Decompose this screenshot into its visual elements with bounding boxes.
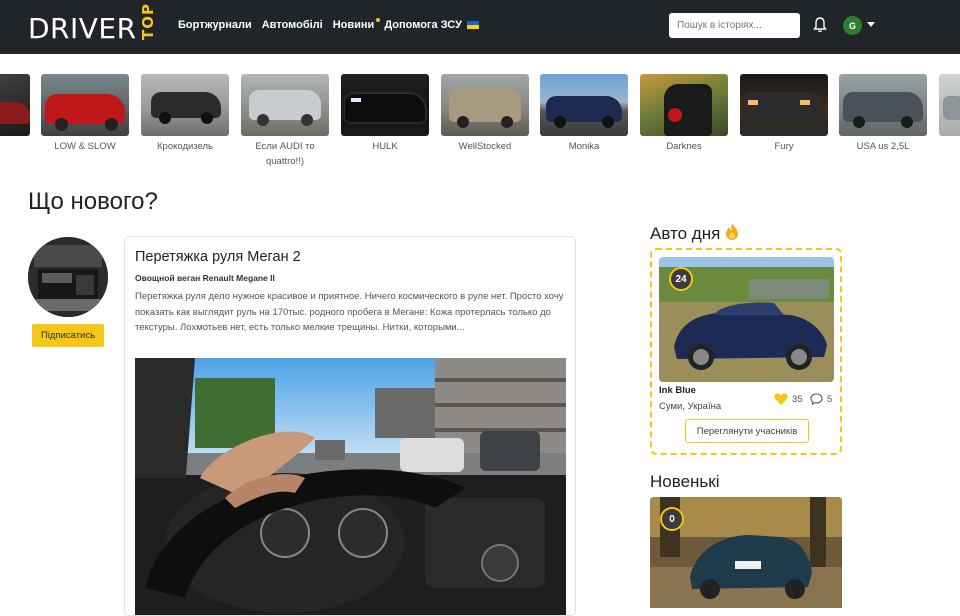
car-thumb[interactable] bbox=[0, 74, 30, 136]
steering-wheel-photo bbox=[135, 358, 566, 615]
car-thumb[interactable]: USA us 2,5L bbox=[839, 74, 927, 154]
car-name: Fury bbox=[774, 141, 794, 152]
bell-icon[interactable] bbox=[813, 17, 827, 33]
nav-help-zsu[interactable]: Допомога ЗСУ bbox=[384, 19, 480, 31]
car-thumb[interactable]: Если AUDI то quattro!!) bbox=[241, 74, 329, 169]
nav-news[interactable]: Новини bbox=[332, 18, 381, 31]
view-participants-button[interactable]: Переглянути учасників bbox=[685, 419, 809, 443]
car-name: HULK bbox=[372, 141, 398, 152]
main-nav: Бортжурнали Автомобілі Новини Допомога З… bbox=[178, 18, 480, 31]
car-photo bbox=[41, 74, 129, 136]
car-photo bbox=[141, 74, 229, 136]
car-of-day-card[interactable]: 24 Ink Blue Суми, Україна 35 5 Перегляну… bbox=[650, 248, 842, 455]
top-header: DRIVER TOP Бортжурнали Автомобілі Новини… bbox=[0, 0, 960, 54]
car-photo bbox=[241, 74, 329, 136]
car-photo bbox=[540, 74, 628, 136]
heart-icon bbox=[774, 393, 788, 405]
car-photo bbox=[441, 74, 529, 136]
nav-cars[interactable]: Автомобілі bbox=[262, 19, 323, 31]
car-name: Darknes bbox=[666, 141, 702, 152]
car-thumb[interactable]: Darknes bbox=[640, 74, 728, 154]
likes-counter[interactable]: 35 bbox=[774, 393, 803, 405]
post-author[interactable]: Овощной веган Renault Megane II bbox=[135, 273, 275, 283]
comments-count: 5 bbox=[827, 393, 833, 405]
car-name: Monika bbox=[568, 141, 600, 152]
car-thumb[interactable]: Крокодизель bbox=[141, 74, 229, 154]
chevron-down-icon[interactable] bbox=[867, 22, 875, 27]
car-of-day-name[interactable]: Ink Blue bbox=[659, 385, 696, 396]
car-photo bbox=[839, 74, 927, 136]
nav-news-label: Новини bbox=[332, 19, 375, 31]
logo-text: DRIVER bbox=[28, 12, 137, 45]
engine-photo bbox=[28, 237, 108, 317]
car-thumb[interactable]: Monika bbox=[540, 74, 628, 154]
car-thumb[interactable] bbox=[939, 74, 960, 136]
fire-icon bbox=[726, 223, 739, 240]
search-input[interactable] bbox=[669, 13, 800, 38]
post-excerpt: Перетяжка руля дело нужное красивое и пр… bbox=[135, 291, 564, 333]
likes-count: 35 bbox=[792, 393, 803, 405]
car-name: LOW & SLOW bbox=[54, 141, 116, 152]
car-of-day-rank: 24 bbox=[669, 267, 693, 291]
page-title: Що нового? bbox=[28, 188, 158, 215]
car-name: Если AUDI то quattro!!) bbox=[255, 141, 315, 167]
car-photo bbox=[0, 74, 30, 136]
user-avatar-menu[interactable]: G bbox=[843, 16, 862, 35]
subscribe-button[interactable]: Підписатись bbox=[32, 324, 104, 347]
comments-counter[interactable]: 5 bbox=[810, 393, 832, 405]
new-car-rank: 0 bbox=[660, 507, 684, 531]
car-thumb[interactable]: Fury bbox=[740, 74, 828, 154]
nav-help-label: Допомога ЗСУ bbox=[384, 19, 462, 31]
author-avatar[interactable] bbox=[28, 237, 108, 317]
ukraine-flag-icon bbox=[467, 21, 480, 30]
car-of-day-heading: Авто дня bbox=[650, 223, 739, 244]
logo-sub-text: TOP bbox=[138, 3, 157, 40]
car-photo bbox=[341, 74, 429, 136]
car-thumb[interactable]: HULK bbox=[341, 74, 429, 154]
post-card[interactable]: Перетяжка руля Меган 2 Овощной веган Ren… bbox=[124, 236, 576, 616]
car-of-day-title: Авто дня bbox=[650, 224, 721, 243]
site-logo[interactable]: DRIVER TOP bbox=[28, 3, 157, 46]
car-name: USA us 2,5L bbox=[856, 141, 910, 152]
car-photo bbox=[640, 74, 728, 136]
car-name: Крокодизель bbox=[157, 141, 213, 152]
news-dot-icon bbox=[376, 18, 381, 22]
post-photo[interactable] bbox=[135, 358, 566, 615]
car-strip: LOW & SLOW Крокодизель Если AUDI то quat… bbox=[0, 74, 960, 174]
car-photo bbox=[740, 74, 828, 136]
comment-icon bbox=[810, 393, 823, 405]
nav-logbooks[interactable]: Бортжурнали bbox=[178, 19, 252, 31]
car-thumb[interactable]: WellStocked bbox=[441, 74, 529, 154]
car-photo bbox=[939, 74, 960, 136]
car-thumb[interactable]: LOW & SLOW bbox=[41, 74, 129, 154]
new-cars-title: Новенькі bbox=[650, 472, 720, 491]
post-title[interactable]: Перетяжка руля Меган 2 bbox=[135, 249, 301, 265]
car-name: WellStocked bbox=[458, 141, 512, 152]
car-of-day-city: Суми, Україна bbox=[659, 401, 722, 412]
